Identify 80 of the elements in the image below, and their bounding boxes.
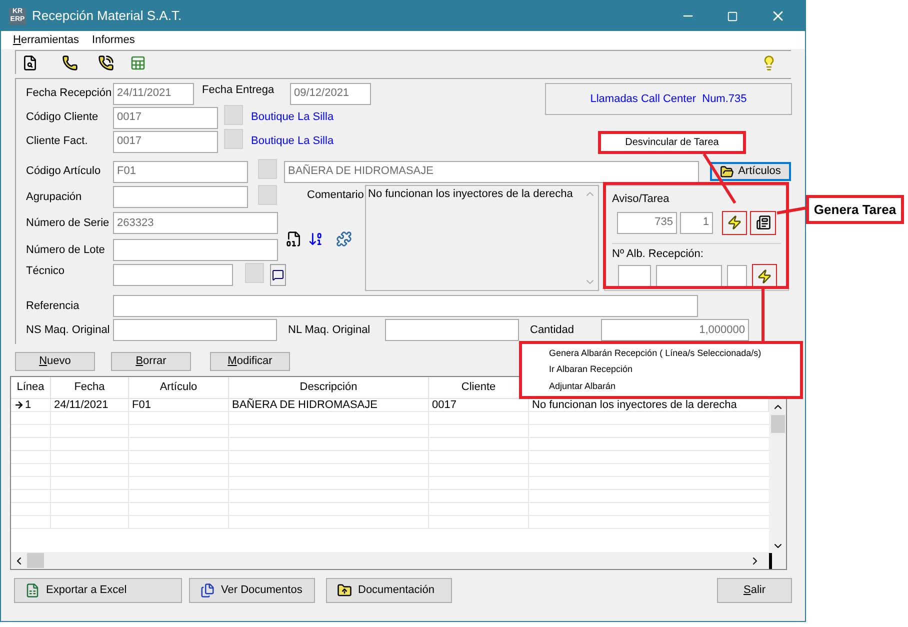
input-field[interactable]: 735 (617, 212, 677, 234)
input-field[interactable] (385, 319, 519, 341)
folder-icon (337, 583, 352, 598)
footer-button[interactable]: Ver Documentos (189, 578, 315, 603)
input-field[interactable]: 24/11/2021 (113, 82, 194, 104)
tecnico-button[interactable] (270, 264, 286, 286)
field-label: Cantidad (530, 322, 576, 338)
generate-button[interactable] (752, 264, 777, 288)
lightning-icon (757, 268, 772, 284)
input-field[interactable]: BAÑERA DE HIDROMASAJE (284, 160, 699, 182)
input-field[interactable] (618, 265, 651, 287)
input-field[interactable]: 1 (680, 212, 713, 234)
maximize-icon[interactable] (727, 10, 738, 22)
spreadsheet-icon[interactable] (130, 54, 146, 70)
field-label: Fecha Entrega (202, 83, 276, 98)
puzzle-icon[interactable] (336, 230, 352, 246)
input-field[interactable]: 0017 (113, 130, 218, 152)
input-field[interactable]: 0017 (113, 106, 218, 128)
column-header[interactable]: Artículo (129, 377, 229, 398)
scroll-thumb[interactable] (770, 415, 784, 433)
folder-icon (720, 164, 734, 178)
field-label: Comentario (307, 188, 365, 203)
input-field[interactable]: 09/12/2021 (290, 82, 371, 104)
column-header[interactable]: Fecha (51, 377, 129, 398)
input-field[interactable] (113, 239, 278, 261)
spreadsheet-icon (25, 583, 40, 598)
field-label: Cliente Fact. (26, 134, 89, 150)
message-icon (272, 269, 284, 281)
annotation-label: Desvincular de Tarea (625, 136, 719, 150)
input-field[interactable]: F01 (113, 160, 248, 182)
menu-item[interactable]: Informes (92, 32, 135, 48)
annotation-label: Genera Tarea (814, 200, 896, 219)
column-header[interactable]: Línea (11, 377, 51, 398)
input-field[interactable]: 1,000000 (601, 319, 749, 341)
table-cell: 1 (11, 399, 51, 411)
field-label: NL Maq. Original (288, 322, 372, 338)
input-field[interactable] (113, 295, 698, 317)
action-button[interactable]: Nuevo (15, 352, 95, 371)
input-field[interactable] (113, 186, 248, 208)
group-title: Aviso/Tarea (612, 192, 670, 207)
preview-icon[interactable] (22, 54, 38, 70)
input-field[interactable]: 263323 (113, 212, 278, 234)
unlink-button[interactable] (722, 210, 747, 234)
footer-button[interactable]: Salir (717, 578, 792, 603)
document-icon (756, 215, 770, 230)
field-label: Fecha Recepción (26, 86, 113, 102)
action-button[interactable]: Modificar (210, 352, 290, 371)
field-label: Código Artículo (26, 164, 102, 180)
field-label: Técnico (26, 264, 66, 279)
documents-icon (200, 583, 215, 598)
field-label: Agrupación (26, 190, 83, 205)
table-cell: F01 (129, 399, 229, 411)
field-label: Número de Serie (26, 216, 110, 231)
input-field[interactable] (113, 319, 277, 341)
call-center-label: Llamadas Call Center Num.735 (590, 92, 747, 107)
phone-icon[interactable] (62, 54, 78, 70)
lightning-icon (727, 215, 742, 230)
comment-text: No funcionan los inyectores de la derecha (367, 187, 574, 202)
table-cell: BAÑERA DE HIDROMASAJE (229, 399, 429, 411)
column-header[interactable]: Descripción (229, 377, 429, 398)
field-label: Número de Lote (26, 242, 106, 258)
client-link[interactable]: Boutique La Silla (251, 109, 334, 126)
task-button[interactable] (750, 210, 776, 234)
window-title: Recepción Material S.A.T. (32, 7, 182, 26)
articulos-button[interactable]: Artículos (710, 162, 791, 181)
footer-button[interactable]: Documentación (326, 578, 452, 603)
numbering-icon[interactable] (308, 230, 324, 246)
field-label: NS Maq. Original (26, 322, 111, 338)
client-link[interactable]: Boutique La Silla (251, 133, 334, 150)
field-label: Código Cliente (26, 110, 100, 126)
footer-button[interactable]: Exportar a Excel (14, 578, 182, 603)
action-button[interactable]: Borrar (111, 352, 191, 371)
input-field[interactable] (727, 265, 747, 287)
field-label: Referencia (26, 298, 80, 314)
table-cell: 24/11/2021 (51, 399, 129, 411)
group-title: Nº Alb. Recepción: (612, 246, 704, 262)
input-field[interactable] (656, 265, 722, 287)
menu-item[interactable]: Herramientas (13, 32, 80, 48)
input-field[interactable] (113, 264, 233, 286)
scroll-thumb[interactable] (27, 553, 44, 568)
